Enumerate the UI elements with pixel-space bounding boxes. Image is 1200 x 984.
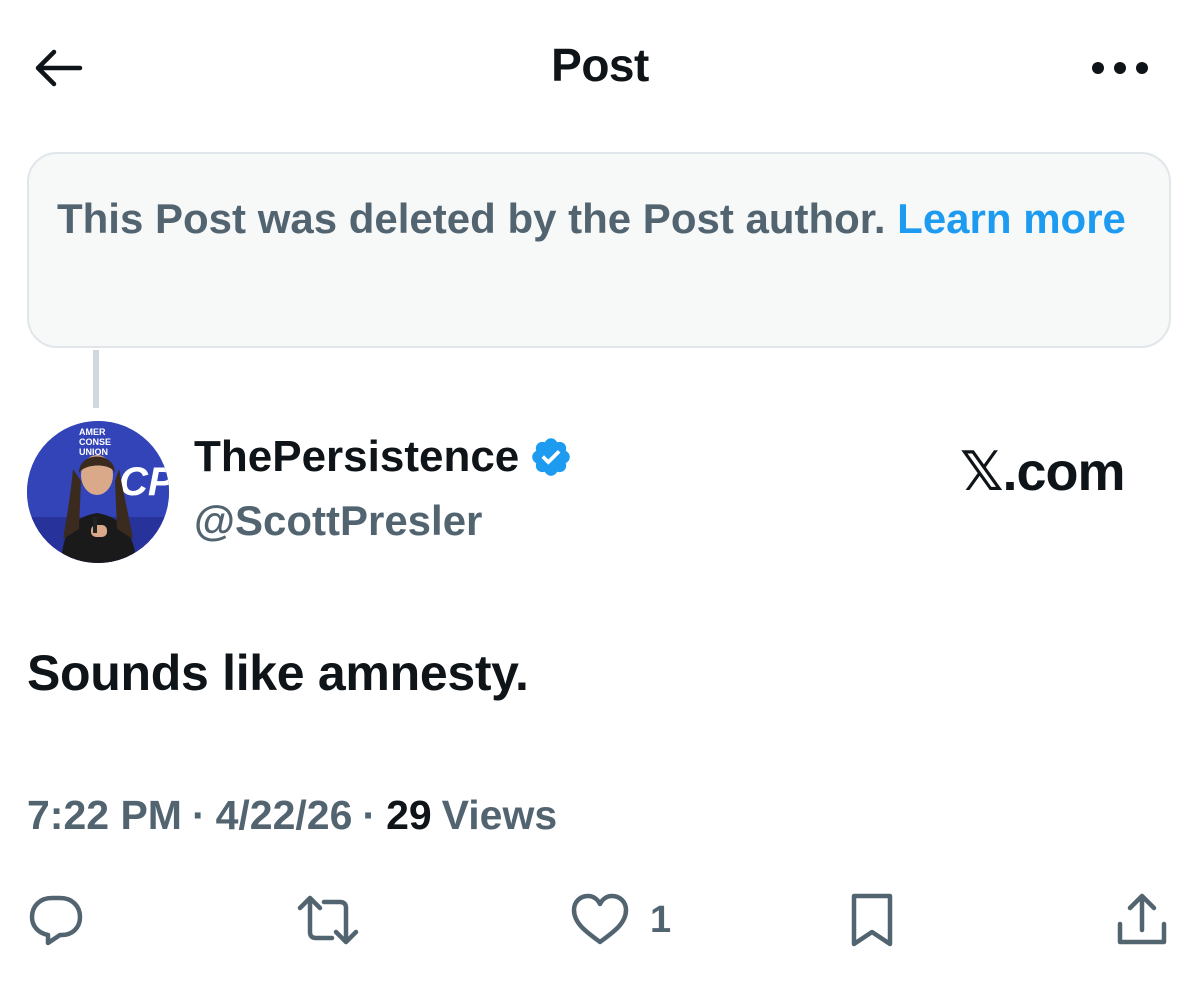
- learn-more-link[interactable]: Learn more: [897, 195, 1126, 242]
- deleted-post-notice: This Post was deleted by the Post author…: [27, 152, 1171, 348]
- author-handle[interactable]: @ScottPresler: [194, 497, 482, 545]
- verified-badge-icon: [532, 438, 571, 476]
- more-horizontal-icon: [1092, 62, 1148, 74]
- avatar-image: AMER CONSE UNION CPA: [27, 421, 169, 563]
- views-count[interactable]: 29: [386, 792, 432, 839]
- avatar-badge-line: CONSE: [79, 437, 111, 447]
- deleted-notice-text: This Post was deleted by the Post author…: [57, 195, 886, 242]
- author-display-name[interactable]: ThePersistence: [194, 432, 519, 482]
- meta-separator: ·: [362, 792, 377, 838]
- post-text: Sounds like amnesty.: [27, 645, 529, 701]
- bookmark-button[interactable]: [846, 880, 898, 960]
- bookmark-icon: [851, 893, 893, 947]
- like-count: 1: [650, 898, 672, 941]
- reply-icon: [29, 895, 83, 946]
- repost-icon: [297, 895, 359, 945]
- share-button[interactable]: [1112, 880, 1172, 960]
- like-button[interactable]: 1: [568, 880, 671, 960]
- post-time[interactable]: 7:22 PM: [27, 792, 182, 839]
- reply-button[interactable]: [26, 880, 86, 960]
- post-meta: 7:22 PM · 4/22/26 · 29 Views: [27, 792, 557, 839]
- more-options-button[interactable]: [1080, 40, 1160, 96]
- repost-button[interactable]: [296, 880, 360, 960]
- post-date[interactable]: 4/22/26: [216, 792, 353, 839]
- avatar-badge-line: AMER: [79, 427, 106, 437]
- page-title: Post: [551, 39, 649, 91]
- meta-separator: ·: [191, 792, 206, 838]
- thread-connector-line: [93, 350, 99, 408]
- heart-icon: [571, 893, 629, 945]
- share-icon: [1117, 893, 1167, 945]
- avatar-badge-line: CPA: [119, 460, 169, 504]
- source-label: 𝕏.com: [960, 442, 1126, 502]
- views-label[interactable]: Views: [442, 792, 558, 839]
- author-name-row: ThePersistence: [194, 432, 573, 482]
- avatar[interactable]: AMER CONSE UNION CPA: [27, 421, 169, 563]
